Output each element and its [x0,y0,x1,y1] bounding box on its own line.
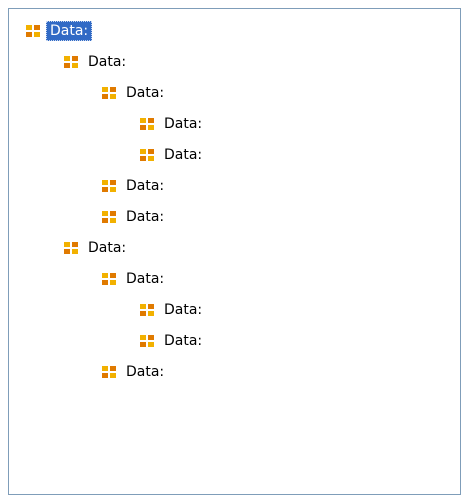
table-grid-icon [102,366,116,378]
table-grid-icon [140,304,154,316]
table-grid-icon [102,273,116,285]
tree-node[interactable]: Data: [139,331,206,351]
table-grid-icon [102,211,116,223]
tree-node[interactable]: Data: [101,362,168,382]
tree-node-label: Data: [164,116,203,132]
tree-node[interactable]: Data: [139,114,206,134]
tree-node[interactable]: Data: [25,21,93,41]
tree-node[interactable]: Data: [63,52,130,72]
tree-node-label: Data: [46,21,93,41]
table-grid-icon [64,242,78,254]
tree-view[interactable]: Data: Data: Data: Data: Data: Data: Data: Data:… [8,8,461,495]
tree-node-label: Data: [164,333,203,349]
tree-node[interactable]: Data: [101,269,168,289]
tree-node[interactable]: Data: [101,83,168,103]
table-grid-icon [64,56,78,68]
tree-node-label: Data: [126,85,165,101]
tree-node-label: Data: [126,271,165,287]
tree-node[interactable]: Data: [63,238,130,258]
table-grid-icon [140,149,154,161]
tree-node-label: Data: [164,147,203,163]
tree-node[interactable]: Data: [139,145,206,165]
tree-node-label: Data: [126,178,165,194]
table-grid-icon [102,180,116,192]
tree-node-label: Data: [164,302,203,318]
tree-node-label: Data: [126,209,165,225]
tree-node-label: Data: [88,54,127,70]
tree-node-label: Data: [126,364,165,380]
table-grid-icon [140,118,154,130]
table-grid-icon [140,335,154,347]
tree-node[interactable]: Data: [101,207,168,227]
table-grid-icon [26,25,40,37]
table-grid-icon [102,87,116,99]
tree-node[interactable]: Data: [139,300,206,320]
tree-node-label: Data: [88,240,127,256]
tree-node[interactable]: Data: [101,176,168,196]
